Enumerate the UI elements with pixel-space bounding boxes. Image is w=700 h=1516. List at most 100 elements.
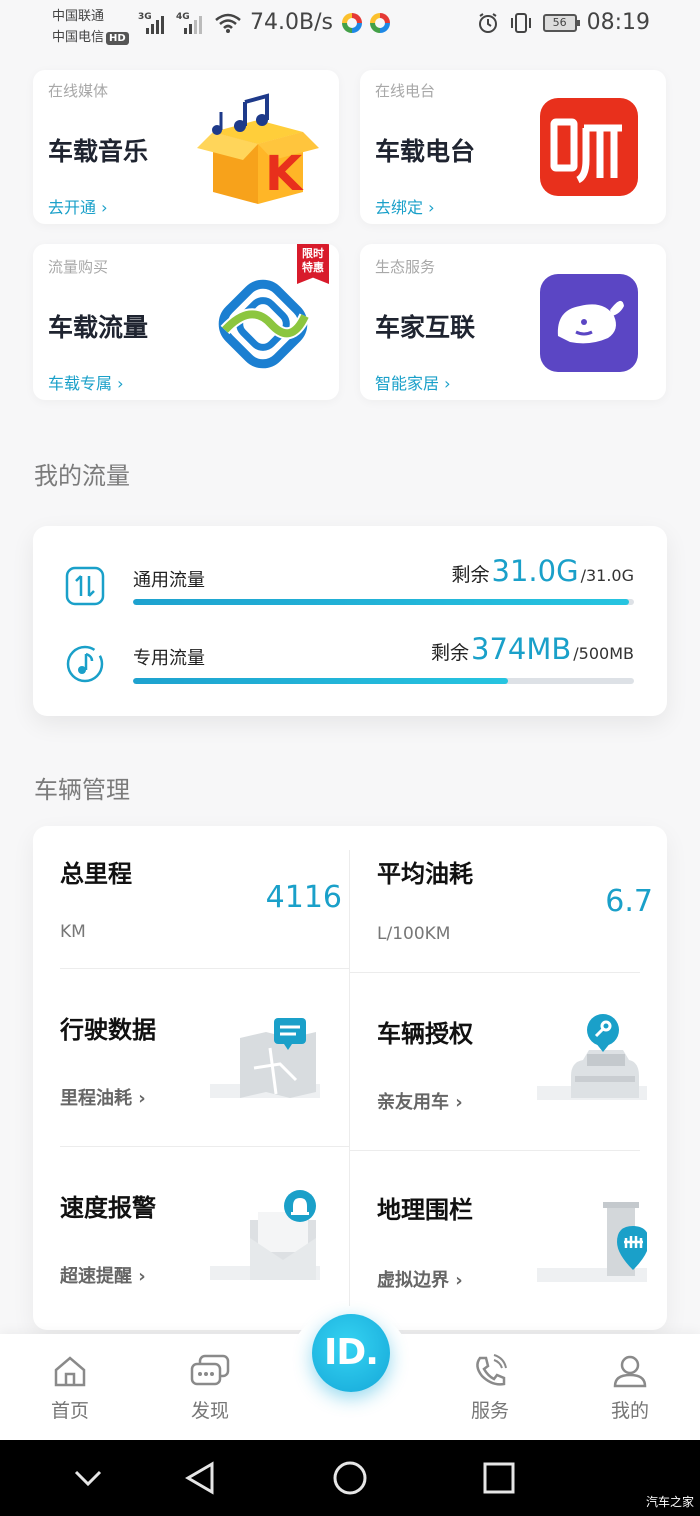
carrier-1: 中国联通	[52, 9, 105, 24]
fuel-unit: L/100KM	[377, 924, 451, 944]
total-mileage-cell[interactable]: 总里程 4116 KM	[60, 854, 350, 954]
signal-4g-icon: 4G	[176, 12, 206, 34]
data-row-general[interactable]: 通用流量 剩余 31.0G /31.0G	[33, 546, 667, 626]
service-link[interactable]: 车载专属 ›	[48, 370, 124, 394]
kugou-music-logo-icon: K	[197, 93, 319, 204]
service-title: 车载音乐	[48, 137, 149, 166]
nav-home-label: 首页	[50, 1400, 89, 1422]
home-icon	[54, 1356, 86, 1387]
mileage-unit: KM	[60, 922, 86, 942]
service-title: 车家互联	[375, 313, 476, 342]
app-notification-icon	[342, 13, 362, 33]
driving-data-cell[interactable]: 行驶数据 里程油耗 ›	[60, 1010, 350, 1120]
service-link[interactable]: 去开通 ›	[48, 194, 108, 218]
service-link[interactable]: 去绑定 ›	[375, 194, 435, 218]
service-category: 在线媒体	[48, 82, 109, 100]
back-triangle-icon[interactable]	[184, 1460, 216, 1496]
data-total-value: /500MB	[573, 644, 634, 663]
average-fuel-cell[interactable]: 平均油耗 6.7 L/100KM	[377, 854, 667, 954]
fuel-title: 平均油耗	[377, 860, 473, 888]
music-note-icon	[66, 645, 104, 683]
geofence-illustration-icon	[537, 1202, 647, 1282]
data-type-label: 专用流量	[133, 648, 205, 669]
service-link[interactable]: 智能家居 ›	[375, 370, 451, 394]
nav-service-label: 服务	[470, 1400, 509, 1422]
alert-envelope-illustration-icon	[210, 1190, 320, 1280]
data-usage-card: 通用流量 剩余 31.0G /31.0G 专用流量 剩余 374MB /500M…	[33, 526, 667, 716]
speed-alert-sub: 超速提醒 ›	[60, 1266, 146, 1287]
service-card-music[interactable]: 在线媒体 车载音乐 去开通 › K	[33, 70, 339, 224]
section-title-vehicle: 车辆管理	[34, 776, 130, 804]
divider	[350, 972, 640, 973]
service-card-home[interactable]: 生态服务 车家互联 智能家居 ›	[360, 244, 666, 400]
vibrate-icon	[510, 12, 531, 33]
clock: 08:19	[586, 10, 650, 35]
authorization-title: 车辆授权	[377, 1020, 473, 1048]
nav-mine-label: 我的	[610, 1400, 649, 1422]
chevron-down-icon[interactable]	[72, 1460, 104, 1496]
ximalaya-radio-logo-icon	[540, 98, 638, 196]
nav-discover-label: 发现	[190, 1400, 229, 1422]
vehicle-management-card: 总里程 4116 KM 平均油耗 6.7 L/100KM 行驶数据 里程油耗 ›…	[33, 826, 667, 1330]
service-category: 生态服务	[375, 258, 436, 276]
data-progress-bar	[133, 599, 634, 605]
divider	[60, 968, 349, 969]
signal-3g-icon: 3G	[138, 12, 168, 34]
nav-mine[interactable]: 我的	[590, 1354, 670, 1423]
nav-service[interactable]: 服务	[450, 1354, 530, 1423]
mileage-title: 总里程	[60, 860, 132, 888]
authorization-sub: 亲友用车 ›	[377, 1092, 463, 1113]
data-remaining-value: 374MB	[471, 632, 572, 666]
data-total-value: /31.0G	[580, 566, 634, 585]
home-circle-icon[interactable]	[332, 1460, 368, 1496]
service-card-radio[interactable]: 在线电台 车载电台 去绑定 ›	[360, 70, 666, 224]
china-mobile-logo-icon	[218, 279, 311, 369]
geofence-title: 地理围栏	[377, 1196, 473, 1224]
service-category: 在线电台	[375, 82, 436, 100]
id-center-button[interactable]: ID.	[312, 1314, 390, 1392]
phone-service-icon	[476, 1354, 507, 1386]
service-category: 流量购买	[48, 258, 109, 276]
user-profile-icon	[613, 1355, 647, 1388]
divider	[60, 1146, 349, 1147]
data-row-dedicated[interactable]: 专用流量 剩余 374MB /500MB	[33, 624, 667, 704]
vehicle-authorization-cell[interactable]: 车辆授权 亲友用车 ›	[377, 1014, 667, 1124]
geofence-sub: 虚拟边界 ›	[377, 1270, 463, 1291]
hd-badge: HD	[106, 32, 129, 45]
alarm-icon	[478, 12, 497, 33]
service-title: 车载电台	[375, 137, 476, 166]
net-speed: 74.0B/s	[250, 10, 333, 35]
service-title: 车载流量	[48, 313, 149, 342]
fuel-value: 6.7	[605, 884, 653, 919]
data-remaining: 剩余 374MB /500MB	[430, 632, 634, 666]
driving-data-sub: 里程油耗 ›	[60, 1088, 146, 1109]
whale-smart-home-logo-icon	[540, 274, 638, 372]
map-illustration-icon	[210, 1018, 320, 1098]
data-remaining: 剩余 31.0G /31.0G	[451, 554, 634, 588]
bottom-navigation: 首页 发现 ID. 服务 我的	[0, 1308, 700, 1440]
watermark: 汽车之家	[645, 1495, 694, 1509]
data-remaining-value: 31.0G	[491, 554, 579, 588]
recent-apps-square-icon[interactable]	[482, 1460, 516, 1496]
data-progress-bar	[133, 678, 634, 684]
wifi-icon	[215, 13, 241, 33]
speed-alert-cell[interactable]: 速度报警 超速提醒 ›	[60, 1188, 350, 1298]
svg-text:K: K	[265, 146, 304, 202]
car-key-illustration-icon	[537, 1014, 647, 1100]
mileage-value: 4116	[265, 880, 342, 915]
status-bar: 中国联通 中国电信 HD 3G 4G 74.0B/s 56 08:19	[0, 0, 700, 50]
app-notification-icon	[370, 13, 390, 33]
geofence-cell[interactable]: 地理围栏 虚拟边界 ›	[377, 1190, 667, 1300]
data-transfer-icon	[65, 566, 105, 606]
carrier-2: 中国电信 HD	[52, 26, 129, 45]
service-card-data[interactable]: 流量购买 车载流量 车载专属 › 限时 特惠	[33, 244, 339, 400]
section-title-my-data: 我的流量	[34, 462, 130, 490]
nav-home[interactable]: 首页	[30, 1354, 110, 1423]
divider	[350, 1150, 640, 1151]
system-navigation-bar: 汽车之家	[0, 1440, 700, 1516]
driving-data-title: 行驶数据	[60, 1016, 156, 1044]
nav-discover[interactable]: 发现	[170, 1354, 250, 1423]
battery-icon: 56	[542, 13, 580, 32]
discover-chat-icon	[190, 1354, 230, 1386]
speed-alert-title: 速度报警	[60, 1194, 156, 1222]
